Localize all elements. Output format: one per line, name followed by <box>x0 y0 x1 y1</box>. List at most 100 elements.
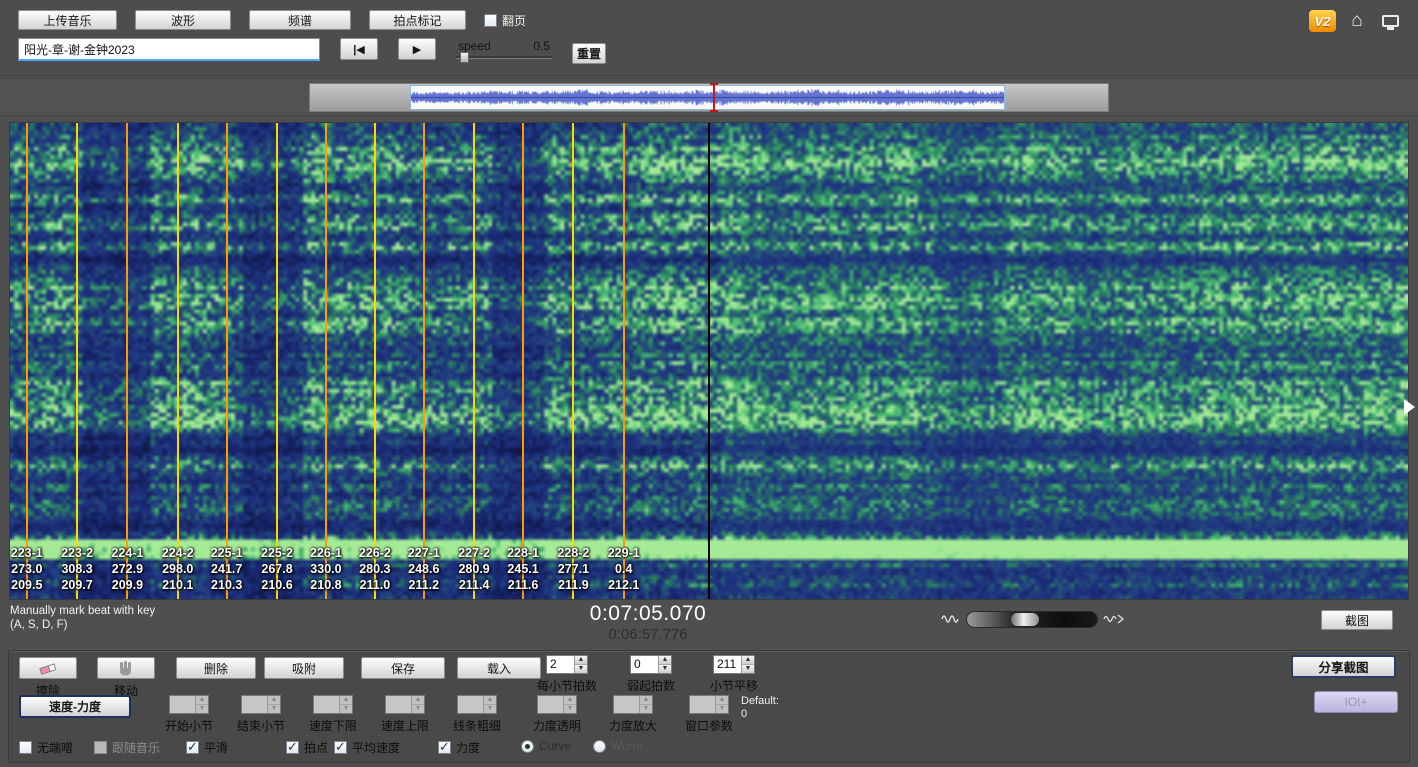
line-width-input[interactable]: ▲▼ <box>457 695 497 714</box>
beat-line[interactable] <box>177 123 179 599</box>
home-icon[interactable]: ⌂ <box>1345 10 1369 32</box>
stepper-down-icon[interactable]: ▼ <box>742 665 754 673</box>
stepper-down-icon[interactable]: ▼ <box>412 705 424 713</box>
skip-back-button[interactable]: |◀ <box>340 38 378 60</box>
stepper-down-icon[interactable]: ▼ <box>268 705 280 713</box>
pickup-beats-input[interactable]: 0 ▲▼ <box>630 655 672 674</box>
no-click-checkbox[interactable] <box>19 741 32 754</box>
end-bar-input[interactable]: ▲▼ <box>241 695 281 714</box>
beat-line[interactable] <box>522 123 524 599</box>
delete-button[interactable]: 删除 <box>176 657 256 679</box>
beats-per-bar-label: 每小节拍数 <box>532 677 602 694</box>
stepper-up-icon[interactable]: ▲ <box>742 656 754 665</box>
filename-input[interactable] <box>18 38 320 61</box>
play-button[interactable]: ▶ <box>398 38 436 60</box>
page-turn-option[interactable]: 翻页 <box>484 12 526 29</box>
share-screenshot-button[interactable]: 分享截图 <box>1291 655 1396 678</box>
beat-line[interactable] <box>276 123 278 599</box>
tempo-min-input[interactable]: ▲▼ <box>313 695 353 714</box>
ioi-button[interactable]: IOI+ <box>1314 691 1398 713</box>
bar-offset-input[interactable]: 211 ▲▼ <box>713 655 755 674</box>
beats-per-bar-input[interactable]: 2 ▲▼ <box>546 655 588 674</box>
stepper-down-icon[interactable]: ▼ <box>575 665 587 673</box>
overview-selection-window[interactable] <box>410 85 1005 110</box>
load-button[interactable]: 载入 <box>457 657 541 679</box>
volume-slider[interactable] <box>966 611 1098 628</box>
stepper-up-icon[interactable]: ▲ <box>484 696 496 705</box>
tempo-force-button[interactable]: 速度-力度 <box>19 695 131 718</box>
stepper-down-icon[interactable]: ▼ <box>659 665 671 673</box>
beat-line[interactable] <box>26 123 28 599</box>
bar-offset-value: 211 <box>714 656 741 673</box>
stepper-up-icon[interactable]: ▲ <box>564 696 576 705</box>
display-icon[interactable] <box>1378 10 1402 32</box>
stepper-up-icon[interactable]: ▲ <box>196 696 208 705</box>
stepper-down-icon[interactable]: ▼ <box>640 705 652 713</box>
page-turn-checkbox[interactable] <box>484 14 497 27</box>
erase-tool-button[interactable] <box>19 657 77 679</box>
stepper-down-icon[interactable]: ▼ <box>196 705 208 713</box>
waveform-view-button[interactable]: 波形 <box>135 10 231 30</box>
overview-playhead[interactable] <box>713 83 715 112</box>
window-params-input[interactable]: ▲▼ <box>689 695 729 714</box>
end-bar-value <box>242 696 267 713</box>
smooth-checkbox[interactable] <box>186 741 199 754</box>
volume-slider-thumb[interactable] <box>1011 613 1039 626</box>
stepper-up-icon[interactable]: ▲ <box>716 696 728 705</box>
stepper-up-icon[interactable]: ▲ <box>640 696 652 705</box>
stepper-down-icon[interactable]: ▼ <box>484 705 496 713</box>
option-no-click[interactable]: 无端噌 <box>19 739 73 756</box>
speed-slider[interactable] <box>456 56 552 59</box>
speed-slider-thumb[interactable] <box>460 52 469 63</box>
beat-line[interactable] <box>126 123 128 599</box>
spectrogram-view[interactable]: 223-1273.0209.5223-2308.3209.7224-1272.9… <box>9 122 1409 600</box>
beat-line[interactable] <box>572 123 574 599</box>
force-zoom-input[interactable]: ▲▼ <box>613 695 653 714</box>
beat-line[interactable] <box>325 123 327 599</box>
tempo-max-input[interactable]: ▲▼ <box>385 695 425 714</box>
stepper-down-icon[interactable]: ▼ <box>564 705 576 713</box>
beat-line[interactable] <box>226 123 228 599</box>
snap-button[interactable]: 吸附 <box>264 657 344 679</box>
v2-badge[interactable]: V2 <box>1309 10 1336 32</box>
upload-music-button[interactable]: 上传音乐 <box>18 10 117 30</box>
stepper-up-icon[interactable]: ▲ <box>575 656 587 665</box>
keyboard-hint: Manually mark beat with key (A, S, D, F) <box>10 604 155 632</box>
option-smooth[interactable]: 平滑 <box>186 739 228 756</box>
stepper-up-icon[interactable]: ▲ <box>340 696 352 705</box>
option-curve[interactable]: Curve <box>521 739 571 753</box>
option-beat-points[interactable]: 拍点 <box>286 739 328 756</box>
force-zoom-label: 力度放大 <box>601 717 665 734</box>
expand-panel-arrow[interactable] <box>1404 399 1415 415</box>
option-force[interactable]: 力度 <box>438 739 480 756</box>
beat-line[interactable] <box>76 123 78 599</box>
beat-line[interactable] <box>423 123 425 599</box>
curve-radio[interactable] <box>521 740 534 753</box>
beat-line[interactable] <box>374 123 376 599</box>
save-button[interactable]: 保存 <box>361 657 445 679</box>
option-follow-music[interactable]: 跟随音乐 <box>94 739 160 756</box>
beat-points-checkbox[interactable] <box>286 741 299 754</box>
spectrogram-playhead[interactable] <box>708 123 710 599</box>
stepper-up-icon[interactable]: ▲ <box>268 696 280 705</box>
move-tool-button[interactable] <box>97 657 155 679</box>
start-bar-input[interactable]: ▲▼ <box>169 695 209 714</box>
option-worm[interactable]: Worm <box>593 739 643 753</box>
stepper-down-icon[interactable]: ▼ <box>716 705 728 713</box>
audio-overview-bar[interactable] <box>309 83 1109 112</box>
beat-line[interactable] <box>623 123 625 599</box>
avg-tempo-checkbox[interactable] <box>334 741 347 754</box>
stepper-up-icon[interactable]: ▲ <box>659 656 671 665</box>
screenshot-button[interactable]: 截图 <box>1321 610 1393 630</box>
spectrum-view-button[interactable]: 频谱 <box>249 10 351 30</box>
worm-radio[interactable] <box>593 740 606 753</box>
force-checkbox[interactable] <box>438 741 451 754</box>
beat-mark-button[interactable]: 拍点标记 <box>369 10 466 30</box>
force-alpha-input[interactable]: ▲▼ <box>537 695 577 714</box>
option-avg-tempo[interactable]: 平均速度 <box>334 739 400 756</box>
stepper-down-icon[interactable]: ▼ <box>340 705 352 713</box>
follow-music-checkbox[interactable] <box>94 741 107 754</box>
reset-speed-button[interactable]: 重置 <box>572 43 606 64</box>
stepper-up-icon[interactable]: ▲ <box>412 696 424 705</box>
beat-line[interactable] <box>473 123 475 599</box>
